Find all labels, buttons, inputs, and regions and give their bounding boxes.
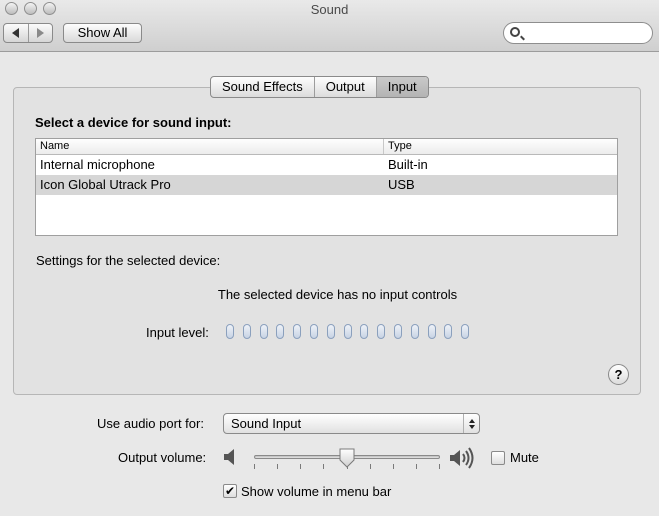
device-name: Icon Global Utrack Pro [40, 177, 171, 192]
input-level-segment [444, 324, 453, 339]
input-level-segment [293, 324, 302, 339]
slider-tick [323, 464, 325, 469]
input-level-segment [242, 324, 251, 339]
volume-slider-knob[interactable] [339, 448, 355, 468]
help-button[interactable]: ? [608, 364, 629, 385]
show-all-button[interactable]: Show All [63, 23, 142, 43]
input-level-segment [343, 324, 352, 339]
title-bar: Sound Show All [0, 0, 659, 52]
tab-output[interactable]: Output [313, 77, 376, 97]
search-field[interactable] [503, 22, 653, 44]
slider-tick [277, 464, 279, 469]
slider-tick [439, 464, 440, 469]
column-header-type[interactable]: Type [384, 139, 412, 154]
mute-label: Mute [510, 450, 539, 465]
audio-port-select[interactable]: Sound Input [223, 413, 480, 434]
table-row-selected[interactable]: Icon Global Utrack Pro USB [36, 175, 617, 195]
input-level-segment [259, 324, 268, 339]
popup-arrows-icon [463, 414, 479, 433]
slider-tick [300, 464, 302, 469]
device-name: Internal microphone [40, 157, 155, 172]
no-controls-message: The selected device has no input control… [217, 287, 458, 302]
forward-arrow-icon [36, 28, 44, 38]
slider-tick [415, 464, 417, 469]
input-level-segment [377, 324, 386, 339]
input-level-label: Input level: [146, 325, 209, 340]
tab-sound-effects[interactable]: Sound Effects [211, 77, 314, 97]
input-level-segment [226, 324, 234, 339]
input-level-segment [393, 324, 402, 339]
input-device-table[interactable]: Name Type Internal microphone Built-in I… [35, 138, 618, 236]
window-title: Sound [310, 2, 349, 17]
show-volume-label: Show volume in menu bar [241, 484, 392, 499]
table-header: Name Type [36, 139, 617, 155]
back-arrow-icon [12, 28, 20, 38]
tab-bar: Sound Effects Output Input [210, 76, 429, 98]
input-level-meter [226, 324, 470, 339]
slider-tick [254, 464, 255, 469]
device-type: USB [388, 177, 415, 192]
settings-label: Settings for the selected device: [36, 253, 221, 268]
volume-low-icon [224, 449, 234, 465]
device-type: Built-in [388, 157, 428, 172]
input-level-segment [309, 324, 318, 339]
show-volume-checkbox[interactable]: ✔ [223, 484, 237, 498]
table-row[interactable]: Internal microphone Built-in [36, 155, 617, 175]
volume-high-icon [450, 447, 474, 469]
input-level-segment [276, 324, 285, 339]
back-button[interactable] [4, 24, 28, 42]
output-volume-label: Output volume: [118, 450, 207, 465]
back-forward-buttons [3, 23, 53, 43]
search-input[interactable] [524, 25, 644, 41]
mute-checkbox[interactable] [491, 451, 505, 465]
input-panel [13, 87, 641, 395]
input-level-segment [427, 324, 436, 339]
search-icon [510, 27, 520, 37]
audio-port-label: Use audio port for: [97, 416, 204, 431]
device-heading: Select a device for sound input: [35, 115, 232, 130]
column-header-name[interactable]: Name [36, 139, 384, 154]
input-level-segment [461, 324, 470, 339]
slider-tick [392, 464, 394, 469]
forward-button[interactable] [27, 24, 53, 42]
tab-input[interactable]: Input [375, 77, 428, 97]
input-level-segment [360, 324, 369, 339]
input-level-segment [326, 324, 335, 339]
audio-port-value: Sound Input [231, 416, 302, 431]
input-level-segment [410, 324, 419, 339]
slider-tick [369, 464, 371, 469]
